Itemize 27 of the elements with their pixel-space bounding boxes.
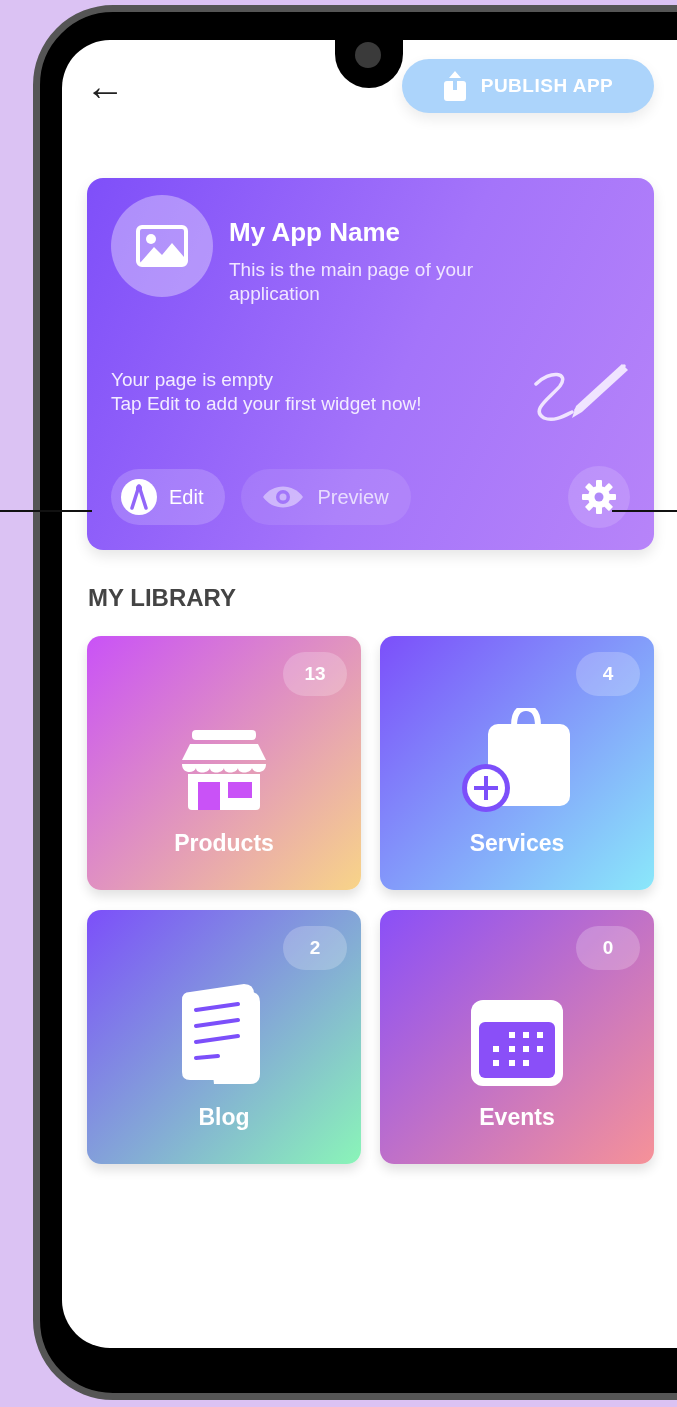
share-icon (442, 70, 467, 102)
count-badge: 0 (576, 926, 640, 970)
leader-line (612, 510, 677, 512)
tile-label: Events (479, 1102, 555, 1132)
library-tile[interactable]: 0 Events (380, 910, 654, 1164)
library-tile[interactable]: 13 Products (87, 636, 361, 890)
app-description: This is the main page of your application (229, 258, 474, 306)
count-badge: 13 (283, 652, 347, 696)
count-badge: 4 (576, 652, 640, 696)
library-tile[interactable]: 2 Blog (87, 910, 361, 1164)
calendar-icon (471, 999, 563, 1086)
bag-plus-icon (462, 707, 572, 812)
settings-icon (581, 479, 617, 515)
tile-label: Blog (198, 1102, 250, 1132)
count-badge: 2 (283, 926, 347, 970)
store-icon (182, 729, 266, 812)
tile-label: Products (174, 828, 274, 858)
empty-page-message: Your page is empty Tap Edit to add your first widget now! (111, 368, 423, 416)
back-button[interactable]: ← (85, 66, 125, 106)
compass-icon (121, 479, 157, 515)
tile-label: Services (469, 828, 565, 858)
image-icon (136, 225, 188, 267)
app-name: My App Name (229, 216, 401, 249)
edit-button[interactable]: Edit (111, 469, 226, 525)
library-tile[interactable]: 4 Services (380, 636, 654, 890)
section-heading: MY LIBRARY (88, 583, 237, 613)
publish-app-button[interactable]: PUBLISH APP (402, 59, 654, 113)
